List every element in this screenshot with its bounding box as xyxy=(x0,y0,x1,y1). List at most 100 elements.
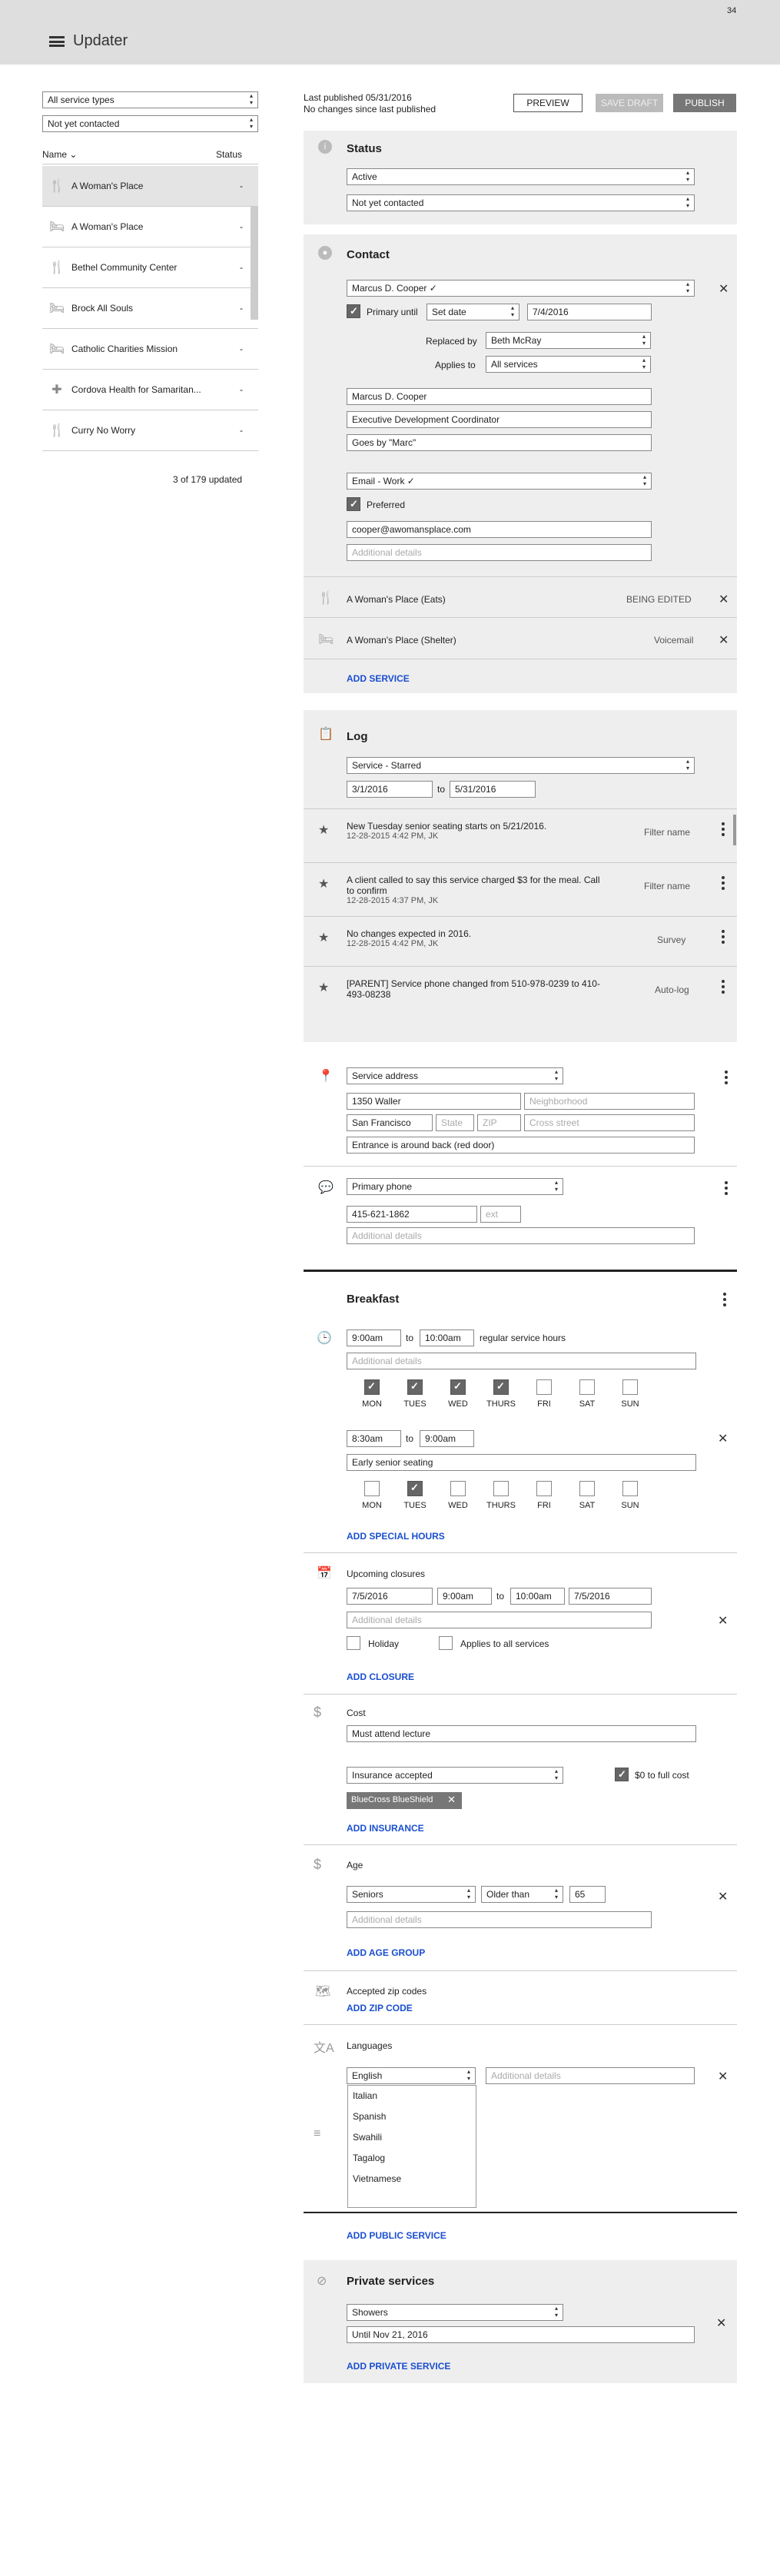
closure-end-time[interactable]: 10:00am xyxy=(510,1588,565,1605)
contact-person-select[interactable]: Marcus D. Cooper ✓ xyxy=(347,280,695,297)
remove-language-icon[interactable]: ✕ xyxy=(718,2069,728,2084)
add-age-group-link[interactable]: ADD AGE GROUP xyxy=(347,1947,425,1958)
active-state-select[interactable]: Active xyxy=(347,168,695,185)
day-checkbox-thurs[interactable] xyxy=(493,1481,509,1496)
language-option[interactable]: Swahili xyxy=(348,2127,476,2148)
phone-details-input[interactable]: Additional details xyxy=(347,1227,695,1244)
applies-all-checkbox[interactable] xyxy=(439,1636,453,1650)
service-name[interactable]: A Woman's Place (Eats) xyxy=(347,594,446,605)
closure-end-date[interactable]: 7/5/2016 xyxy=(569,1588,652,1605)
remove-chip-icon[interactable]: ✕ xyxy=(447,1794,456,1806)
regular-from-input[interactable]: 9:00am xyxy=(347,1329,401,1346)
list-item[interactable]: 🍴 A Woman's Place - xyxy=(42,166,258,207)
private-until-input[interactable]: Until Nov 21, 2016 xyxy=(347,2326,695,2343)
remove-age-icon[interactable]: ✕ xyxy=(718,1889,728,1904)
email-type-select[interactable]: Email - Work ✓ xyxy=(347,473,652,490)
age-value-input[interactable]: 65 xyxy=(569,1886,606,1903)
applies-to-select[interactable]: All services xyxy=(486,356,651,373)
day-checkbox-wed[interactable] xyxy=(450,1379,466,1395)
address-note-input[interactable]: Entrance is around back (red door) xyxy=(347,1137,695,1154)
special-from-input[interactable]: 8:30am xyxy=(347,1430,401,1447)
day-checkbox-thurs[interactable] xyxy=(493,1379,509,1395)
phone-menu-icon[interactable] xyxy=(725,1181,728,1197)
save-draft-button[interactable]: SAVE DRAFT xyxy=(596,94,663,112)
add-special-hours-link[interactable]: ADD SPECIAL HOURS xyxy=(347,1531,445,1542)
remove-private-service-icon[interactable]: ✕ xyxy=(716,2315,726,2331)
street-input[interactable]: 1350 Waller xyxy=(347,1093,521,1110)
publish-button[interactable]: PUBLISH xyxy=(673,94,736,112)
list-item[interactable]: 🛏 A Woman's Place - xyxy=(42,207,258,247)
list-item[interactable]: 🛏 Catholic Charities Mission - xyxy=(42,329,258,370)
age-compare-select[interactable]: Older than xyxy=(481,1886,563,1903)
remove-service-icon[interactable]: ✕ xyxy=(719,632,729,648)
phone-number-input[interactable]: 415-621-1862 xyxy=(347,1206,477,1223)
log-entry-menu-icon[interactable] xyxy=(722,980,725,996)
private-service-select[interactable]: Showers xyxy=(347,2304,563,2321)
service-type-filter[interactable]: All service types xyxy=(42,91,258,108)
set-date-select[interactable]: Set date xyxy=(427,304,519,320)
language-details-input[interactable]: Additional details xyxy=(486,2067,695,2084)
remove-special-hours-icon[interactable]: ✕ xyxy=(718,1431,728,1446)
address-type-select[interactable]: Service address xyxy=(347,1067,563,1084)
remove-closure-icon[interactable]: ✕ xyxy=(718,1613,728,1628)
age-details-input[interactable]: Additional details xyxy=(347,1911,652,1928)
closure-details-input[interactable]: Additional details xyxy=(347,1612,652,1628)
holiday-checkbox[interactable] xyxy=(347,1636,360,1650)
remove-contact-icon[interactable]: ✕ xyxy=(719,281,729,297)
special-to-input[interactable]: 9:00am xyxy=(420,1430,474,1447)
preview-button[interactable]: PREVIEW xyxy=(513,94,583,112)
email-input[interactable]: cooper@awomansplace.com xyxy=(347,521,652,538)
menu-icon[interactable] xyxy=(49,36,65,47)
contact-name-input[interactable]: Marcus D. Cooper xyxy=(347,388,652,405)
closure-start-date[interactable]: 7/5/2016 xyxy=(347,1588,433,1605)
list-item[interactable]: 🍴 Bethel Community Center - xyxy=(42,247,258,288)
phone-ext-input[interactable]: ext xyxy=(480,1206,521,1223)
insurance-select[interactable]: Insurance accepted xyxy=(347,1767,563,1784)
hours-details-input[interactable]: Additional details xyxy=(347,1353,696,1369)
full-cost-checkbox[interactable] xyxy=(615,1768,629,1781)
add-public-service-link[interactable]: ADD PUBLIC SERVICE xyxy=(347,2230,446,2241)
age-group-select[interactable]: Seniors xyxy=(347,1886,476,1903)
contact-role-input[interactable]: Executive Development Coordinator xyxy=(347,411,652,428)
language-option[interactable]: Tagalog xyxy=(348,2148,476,2169)
contact-filter[interactable]: Not yet contacted xyxy=(42,115,258,132)
chevron-down-icon[interactable]: ⌄ xyxy=(69,149,77,160)
day-checkbox-fri[interactable] xyxy=(536,1481,552,1496)
language-select[interactable]: English xyxy=(347,2067,476,2084)
add-closure-link[interactable]: ADD CLOSURE xyxy=(347,1671,414,1682)
log-entry-menu-icon[interactable] xyxy=(722,822,725,838)
log-from-input[interactable]: 3/1/2016 xyxy=(347,781,433,798)
goes-by-input[interactable]: Goes by "Marc" xyxy=(347,434,652,451)
day-checkbox-mon[interactable] xyxy=(364,1481,380,1496)
star-icon[interactable]: ★ xyxy=(318,930,329,945)
address-menu-icon[interactable] xyxy=(725,1071,728,1087)
add-service-link[interactable]: ADD SERVICE xyxy=(347,673,410,684)
state-input[interactable]: State xyxy=(436,1114,474,1131)
city-input[interactable]: San Francisco xyxy=(347,1114,433,1131)
phone-type-select[interactable]: Primary phone xyxy=(347,1178,563,1195)
log-entry-menu-icon[interactable] xyxy=(722,876,725,892)
primary-date-input[interactable]: 7/4/2016 xyxy=(527,304,652,320)
day-checkbox-sat[interactable] xyxy=(579,1481,595,1496)
remove-service-icon[interactable]: ✕ xyxy=(719,592,729,607)
star-icon[interactable]: ★ xyxy=(318,980,329,995)
add-insurance-link[interactable]: ADD INSURANCE xyxy=(347,1823,424,1834)
list-item[interactable]: 🍴 Curry No Worry - xyxy=(42,410,258,451)
list-item[interactable]: 🛏 Brock All Souls - xyxy=(42,288,258,329)
contact-state-select[interactable]: Not yet contacted xyxy=(347,194,695,211)
log-scrollbar[interactable] xyxy=(733,815,736,845)
zip-input[interactable]: ZIP xyxy=(477,1114,521,1131)
language-option[interactable]: Spanish xyxy=(348,2106,476,2127)
day-checkbox-fri[interactable] xyxy=(536,1379,552,1395)
cross-street-input[interactable]: Cross street xyxy=(524,1114,695,1131)
special-label-input[interactable]: Early senior seating xyxy=(347,1454,696,1471)
add-private-service-link[interactable]: ADD PRIVATE SERVICE xyxy=(347,2361,450,2372)
service-name[interactable]: A Woman's Place (Shelter) xyxy=(347,635,456,646)
language-option[interactable]: Italian xyxy=(348,2086,476,2106)
log-entry-menu-icon[interactable] xyxy=(722,930,725,946)
day-checkbox-tues[interactable] xyxy=(407,1379,423,1395)
primary-checkbox[interactable] xyxy=(347,304,360,318)
neighborhood-input[interactable]: Neighborhood xyxy=(524,1093,695,1110)
preferred-checkbox[interactable] xyxy=(347,497,360,511)
cost-note-input[interactable]: Must attend lecture xyxy=(347,1725,696,1742)
